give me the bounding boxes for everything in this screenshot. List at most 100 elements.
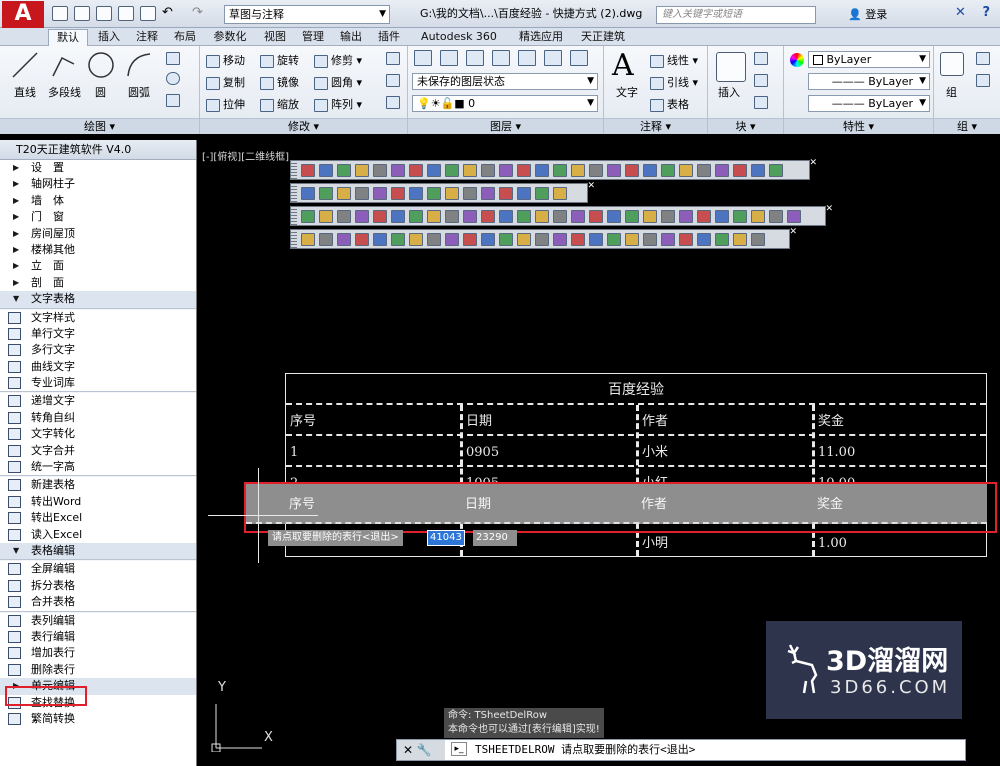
- palette-section-stairs[interactable]: ▶ 楼梯其他: [0, 242, 196, 258]
- toolbar-tool-icon[interactable]: [499, 210, 513, 223]
- toolbar-tool-icon[interactable]: [751, 233, 765, 246]
- create-block-icon[interactable]: [754, 52, 768, 65]
- toolbar-tool-icon[interactable]: [787, 210, 801, 223]
- toolbar-tool-icon[interactable]: [427, 210, 441, 223]
- command-line-buttons[interactable]: ✕ 🔧: [397, 740, 445, 760]
- window-controls[interactable]: ✕ ?: [955, 5, 996, 20]
- toolbar-tool-icon[interactable]: [571, 233, 585, 246]
- toolbar-tool-icon[interactable]: [301, 210, 315, 223]
- toolbar-tool-icon[interactable]: [571, 164, 585, 177]
- polyline-button[interactable]: 多段线: [48, 84, 81, 100]
- palette-cell-edit[interactable]: ▶ 单元编辑: [0, 678, 196, 695]
- toolbar-tool-icon[interactable]: [409, 164, 423, 177]
- toolbar-tool-icon[interactable]: [481, 187, 495, 200]
- toolbar-tool-icon[interactable]: [661, 164, 675, 177]
- palette-word-library[interactable]: 专业词库: [0, 375, 196, 391]
- toolbar-tool-icon[interactable]: [427, 233, 441, 246]
- panel-layers-title[interactable]: 图层 ▾: [408, 118, 603, 134]
- toolbar-tool-icon[interactable]: [715, 233, 729, 246]
- array-button[interactable]: 阵列 ▾: [314, 96, 362, 112]
- rotate-button[interactable]: 旋转: [260, 52, 299, 68]
- tab-tangent-arch[interactable]: 天正建筑: [574, 29, 632, 46]
- tab-default[interactable]: 默认: [48, 29, 88, 46]
- ungroup-icon[interactable]: [976, 52, 990, 65]
- tab-parametric[interactable]: 参数化: [206, 29, 254, 46]
- palette-find-replace[interactable]: 查找替换: [0, 695, 196, 711]
- layer-icon[interactable]: [440, 50, 458, 66]
- toolbar-tool-icon[interactable]: [409, 233, 423, 246]
- palette-export-excel[interactable]: 转出Excel: [0, 510, 196, 526]
- palette-column-edit[interactable]: 表列编辑: [0, 613, 196, 629]
- tab-featured-apps[interactable]: 精选应用: [512, 29, 570, 46]
- toolbar-tool-icon[interactable]: [535, 233, 549, 246]
- toolbar-tool-icon[interactable]: [373, 164, 387, 177]
- erase-icon[interactable]: [386, 52, 400, 65]
- line-icon[interactable]: [10, 50, 40, 80]
- toolbar-tool-icon[interactable]: [535, 210, 549, 223]
- help-search-input[interactable]: 键入关键字或短语: [656, 6, 816, 24]
- workspace-select[interactable]: 草图与注释 ▼: [224, 5, 390, 24]
- palette-multi-text[interactable]: 多行文字: [0, 342, 196, 358]
- linetype-select[interactable]: ——— ByLayer ▼: [808, 73, 930, 90]
- toolbar-tool-icon[interactable]: [301, 164, 315, 177]
- toolbar-tool-icon[interactable]: [391, 164, 405, 177]
- toolbar-tool-icon[interactable]: [679, 233, 693, 246]
- palette-single-text[interactable]: 单行文字: [0, 326, 196, 342]
- color-select[interactable]: ByLayer ▼: [808, 51, 930, 68]
- command-line[interactable]: ✕ 🔧 ▸_ TSHEETDELROW 请点取要删除的表行<退出>: [396, 739, 966, 761]
- open-file-icon[interactable]: [74, 6, 90, 21]
- line-button[interactable]: 直线: [14, 84, 36, 100]
- toolbar-tool-icon[interactable]: [589, 210, 603, 223]
- layer-state-select[interactable]: 未保存的图层状态 ▼: [412, 73, 598, 90]
- toolbar-tool-icon[interactable]: [535, 164, 549, 177]
- toolbar-tool-icon[interactable]: [319, 187, 333, 200]
- toolbar-tool-icon[interactable]: [301, 187, 315, 200]
- hatch-icon[interactable]: [166, 94, 180, 107]
- palette-export-word[interactable]: 转出Word: [0, 494, 196, 510]
- panel-modify-title[interactable]: 修改 ▾: [200, 118, 407, 134]
- explode-icon[interactable]: [386, 74, 400, 87]
- toolbar-tool-icon[interactable]: [409, 210, 423, 223]
- stretch-button[interactable]: 拉伸: [206, 96, 245, 112]
- toolbar-tool-icon[interactable]: [607, 210, 621, 223]
- palette-delete-row[interactable]: 删除表行: [0, 662, 196, 678]
- toolbar-tool-icon[interactable]: [355, 233, 369, 246]
- group-button[interactable]: 组: [946, 84, 957, 100]
- mirror-button[interactable]: 镜像: [260, 74, 299, 90]
- tab-view[interactable]: 视图: [258, 29, 292, 46]
- floating-toolbar-2[interactable]: ✕: [290, 181, 595, 203]
- toolbar-tool-icon[interactable]: [733, 164, 747, 177]
- toolbar-tool-icon[interactable]: [589, 233, 603, 246]
- fillet-button[interactable]: 圆角 ▾: [314, 74, 362, 90]
- tab-layout[interactable]: 布局: [168, 29, 202, 46]
- palette-text-merge[interactable]: 文字合并: [0, 443, 196, 459]
- toolbar-tool-icon[interactable]: [499, 164, 513, 177]
- layer-icon[interactable]: [544, 50, 562, 66]
- toolbar-tool-icon[interactable]: [463, 164, 477, 177]
- panel-draw-title[interactable]: 绘图 ▾: [0, 118, 199, 134]
- toolbar-tool-icon[interactable]: [517, 233, 531, 246]
- toolbar-tool-icon[interactable]: [337, 164, 351, 177]
- palette-fullscreen-edit[interactable]: 全屏编辑: [0, 561, 196, 577]
- toolbar-tool-icon[interactable]: [643, 210, 657, 223]
- edit-block-icon[interactable]: [754, 74, 768, 87]
- palette-section-doors[interactable]: ▶ 门 窗: [0, 209, 196, 225]
- toolbar-tool-icon[interactable]: [661, 233, 675, 246]
- toolbar-tool-icon[interactable]: [391, 187, 405, 200]
- toolbar-tool-icon[interactable]: [517, 164, 531, 177]
- circle-icon[interactable]: [86, 50, 116, 80]
- text-button[interactable]: 文字: [616, 84, 638, 100]
- insert-block-button[interactable]: 插入: [718, 84, 740, 100]
- toolbar-tool-icon[interactable]: [373, 233, 387, 246]
- toolbar-tool-icon[interactable]: [643, 233, 657, 246]
- text-icon[interactable]: A: [612, 48, 634, 83]
- drawing-canvas[interactable]: [-][俯视][二维线框] ✕ ✕ ✕ ✕ 百度经验 序号 日期 作者 奖金 1…: [198, 140, 1000, 766]
- palette-section-settings[interactable]: ▶ 设 置: [0, 160, 196, 176]
- layer-icon[interactable]: [466, 50, 484, 66]
- toolbar-tool-icon[interactable]: [679, 164, 693, 177]
- toolbar-tool-icon[interactable]: [481, 233, 495, 246]
- toolbar-tool-icon[interactable]: [337, 233, 351, 246]
- command-prompt-icon[interactable]: ▸_: [451, 742, 467, 756]
- toolbar-tool-icon[interactable]: [355, 210, 369, 223]
- palette-section-elevation[interactable]: ▶ 立 面: [0, 258, 196, 274]
